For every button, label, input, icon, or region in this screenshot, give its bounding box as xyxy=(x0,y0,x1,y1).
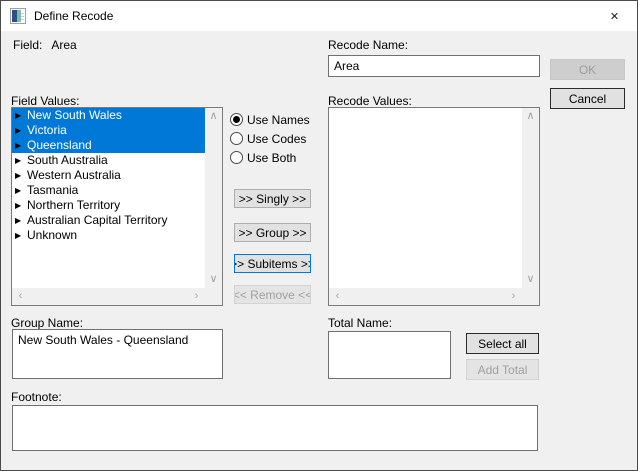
scrollbar-corner xyxy=(205,288,222,305)
ok-button: OK xyxy=(550,59,625,80)
singly-button[interactable]: >> Singly >> xyxy=(234,189,311,208)
triangle-icon: ▶ xyxy=(15,168,27,183)
radio-icon xyxy=(230,113,243,126)
triangle-icon: ▶ xyxy=(15,213,27,228)
field-value: Area xyxy=(51,38,76,52)
scroll-left-icon[interactable]: ‹ xyxy=(12,288,29,305)
list-item-label: Queensland xyxy=(27,138,92,153)
list-item-label: Unknown xyxy=(27,228,77,243)
radio-icon xyxy=(230,151,243,164)
footnote-input[interactable] xyxy=(12,405,538,451)
radio-label: Use Codes xyxy=(247,132,306,146)
scroll-down-icon[interactable]: ∨ xyxy=(205,271,222,288)
subitems-button[interactable]: >> Subitems >> xyxy=(234,254,311,273)
total-name-label: Total Name: xyxy=(328,316,392,330)
list-item-label: Victoria xyxy=(27,123,67,138)
scroll-up-icon[interactable]: ∧ xyxy=(522,108,539,125)
radio-label: Use Both xyxy=(247,151,296,165)
footnote-label: Footnote: xyxy=(11,390,62,404)
list-item[interactable]: ▶Queensland xyxy=(12,138,205,153)
title-bar: Define Recode ✕ xyxy=(1,1,637,31)
scrollbar-corner xyxy=(522,288,539,305)
group-name-value: New South Wales - Queensland xyxy=(18,333,188,347)
total-name-input[interactable] xyxy=(328,331,451,379)
horizontal-scrollbar[interactable]: ‹ › xyxy=(329,288,522,305)
horizontal-scrollbar[interactable]: ‹ › xyxy=(12,288,205,305)
scroll-up-icon[interactable]: ∧ xyxy=(205,108,222,125)
recode-name-value: Area xyxy=(334,59,359,73)
recode-values-label: Recode Values: xyxy=(328,94,412,108)
list-item[interactable]: ▶Tasmania xyxy=(12,183,205,198)
triangle-icon: ▶ xyxy=(15,108,27,123)
remove-button: << Remove << xyxy=(234,285,311,304)
triangle-icon: ▶ xyxy=(15,138,27,153)
scroll-down-icon[interactable]: ∨ xyxy=(522,271,539,288)
list-item-label: Australian Capital Territory xyxy=(27,213,168,228)
list-item[interactable]: ▶New South Wales xyxy=(12,108,205,123)
group-name-input[interactable]: New South Wales - Queensland xyxy=(12,329,223,379)
list-item-label: New South Wales xyxy=(27,108,122,123)
radio-use-names[interactable]: Use Names xyxy=(230,110,310,129)
field-values-listbox: ▶New South Wales▶Victoria▶Queensland▶Sou… xyxy=(11,107,223,306)
list-item[interactable]: ▶Northern Territory xyxy=(12,198,205,213)
triangle-icon: ▶ xyxy=(15,198,27,213)
recode-name-label: Recode Name: xyxy=(328,38,408,52)
window-title: Define Recode xyxy=(34,9,113,23)
cancel-button[interactable]: Cancel xyxy=(550,88,625,109)
vertical-scrollbar[interactable]: ∧ ∨ xyxy=(522,108,539,288)
triangle-icon: ▶ xyxy=(15,123,27,138)
group-name-label: Group Name: xyxy=(11,316,83,330)
display-option-radios: Use Names Use Codes Use Both xyxy=(230,110,310,167)
triangle-icon: ▶ xyxy=(15,228,27,243)
list-item-label: Tasmania xyxy=(27,183,78,198)
close-icon: ✕ xyxy=(610,10,619,23)
radio-use-both[interactable]: Use Both xyxy=(230,148,310,167)
recode-values-listbox: ∧ ∨ ‹ › xyxy=(328,107,540,306)
group-button[interactable]: >> Group >> xyxy=(234,223,311,242)
radio-label: Use Names xyxy=(247,113,310,127)
scroll-right-icon[interactable]: › xyxy=(188,288,205,305)
list-item[interactable]: ▶South Australia xyxy=(12,153,205,168)
select-all-button[interactable]: Select all xyxy=(466,333,539,354)
triangle-icon: ▶ xyxy=(15,183,27,198)
radio-icon xyxy=(230,132,243,145)
list-item[interactable]: ▶Western Australia xyxy=(12,168,205,183)
vertical-scrollbar[interactable]: ∧ ∨ xyxy=(205,108,222,288)
list-item[interactable]: ▶Victoria xyxy=(12,123,205,138)
define-recode-dialog: Define Recode ✕ Field:Area Recode Name: … xyxy=(0,0,638,471)
list-item-label: Northern Territory xyxy=(27,198,120,213)
list-item-label: Western Australia xyxy=(27,168,121,183)
field-values-label: Field Values: xyxy=(11,94,79,108)
triangle-icon: ▶ xyxy=(15,153,27,168)
radio-use-codes[interactable]: Use Codes xyxy=(230,129,310,148)
recode-values-list xyxy=(329,108,522,288)
add-total-button: Add Total xyxy=(466,359,539,380)
scroll-right-icon[interactable]: › xyxy=(505,288,522,305)
field-values-list: ▶New South Wales▶Victoria▶Queensland▶Sou… xyxy=(12,108,205,288)
close-button[interactable]: ✕ xyxy=(592,1,637,31)
field-row: Field: Area xyxy=(13,38,77,52)
list-item[interactable]: ▶Australian Capital Territory xyxy=(12,213,205,228)
app-icon xyxy=(10,8,26,24)
list-item[interactable]: ▶Unknown xyxy=(12,228,205,243)
list-item-label: South Australia xyxy=(27,153,108,168)
scroll-left-icon[interactable]: ‹ xyxy=(329,288,346,305)
field-label: Field: xyxy=(13,38,42,52)
recode-name-input[interactable]: Area xyxy=(328,55,540,77)
